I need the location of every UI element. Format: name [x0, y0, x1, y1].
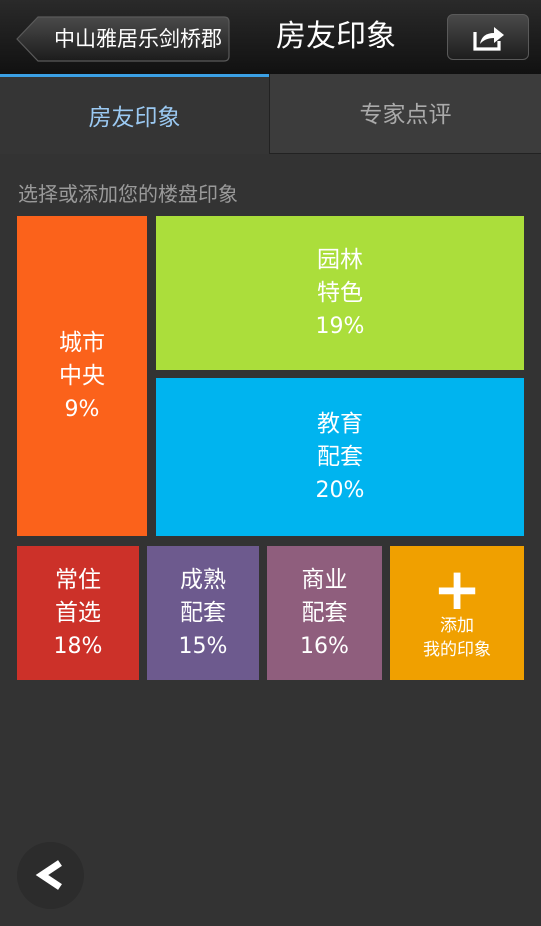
top-bar: 中山雅居乐剑桥郡 房友印象 — [0, 0, 541, 75]
tile-percent: 16% — [300, 633, 349, 659]
nav-back-button[interactable] — [17, 842, 84, 909]
tile-percent: 18% — [53, 633, 103, 659]
tile-mature-facilities[interactable]: 成熟 配套 15% — [147, 546, 259, 680]
add-impression-button[interactable]: + 添加 我的印象 — [390, 546, 524, 680]
tile-city-center[interactable]: 城市 中央 9% — [17, 216, 147, 536]
page-title: 房友印象 — [276, 19, 396, 54]
share-icon — [473, 27, 504, 51]
tile-label-1: 常住 — [55, 566, 101, 593]
add-label-1: 添加 — [440, 616, 474, 636]
tile-percent: 20% — [315, 477, 365, 503]
plus-icon: + — [432, 555, 482, 623]
tile-percent: 19% — [315, 313, 365, 339]
back-button[interactable]: 中山雅居乐剑桥郡 — [16, 16, 230, 62]
tile-label-2: 配套 — [317, 443, 363, 470]
back-button-label: 中山雅居乐剑桥郡 — [54, 27, 222, 51]
chevron-left-icon — [35, 860, 62, 890]
tile-residence-choice[interactable]: 常住 首选 18% — [17, 546, 139, 680]
hint-text: 选择或添加您的楼盘印象 — [18, 182, 238, 206]
tile-label-1: 成熟 — [180, 566, 226, 593]
tab-house-impression[interactable]: 房友印象 — [0, 74, 269, 154]
tile-percent: 15% — [178, 633, 228, 659]
tile-label-2: 特色 — [317, 279, 363, 306]
tile-label-1: 城市 — [59, 329, 105, 356]
tile-label-2: 中央 — [59, 362, 105, 389]
tile-label-1: 商业 — [301, 566, 348, 593]
add-label-2: 我的印象 — [423, 640, 491, 660]
tile-education[interactable]: 教育 配套 20% — [156, 378, 524, 536]
tile-label-2: 首选 — [55, 599, 101, 626]
tile-label-1: 教育 — [317, 410, 363, 437]
tab-bar: 房友印象 专家点评 — [0, 74, 541, 154]
tile-percent: 9% — [64, 396, 100, 422]
tile-commercial-facilities[interactable]: 商业 配套 16% — [267, 546, 382, 680]
tile-label-2: 配套 — [180, 599, 226, 626]
tile-garden-feature[interactable]: 园林 特色 19% — [156, 216, 524, 370]
tile-label-1: 园林 — [317, 246, 363, 273]
tile-label-2: 配套 — [301, 599, 348, 626]
share-button[interactable] — [447, 14, 529, 60]
tab-expert-review[interactable]: 专家点评 — [269, 74, 541, 154]
